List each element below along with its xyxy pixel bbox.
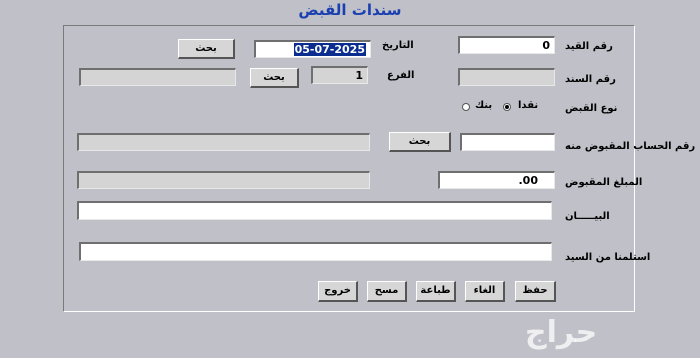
amount-value: .00 — [518, 174, 539, 187]
account-name-field — [77, 133, 370, 151]
exit-button[interactable]: خروج — [318, 281, 358, 302]
received-from-field[interactable] — [79, 242, 552, 261]
statement-field[interactable] — [77, 201, 552, 220]
entry-no-label: رقم القيد — [565, 41, 613, 52]
print-button[interactable]: طباعة — [416, 281, 456, 302]
entry-no-field[interactable]: 0 — [458, 36, 555, 54]
amount-words-field — [77, 171, 370, 189]
date-field[interactable]: 05-07-2025 — [254, 40, 371, 58]
receipt-type-label: نوع القبض — [565, 103, 618, 114]
date-label: التاريخ — [382, 40, 414, 51]
account-no-field[interactable] — [460, 133, 555, 151]
cash-label: نقدا — [518, 100, 539, 111]
clear-button[interactable]: مسح — [367, 281, 407, 302]
date-search-button[interactable]: بحث — [178, 39, 235, 59]
account-label: رقم الحساب المقبوض منه — [565, 141, 696, 152]
account-search-button[interactable]: بحث — [389, 132, 451, 152]
amount-label: المبلغ المقبوض — [565, 177, 643, 188]
save-button[interactable]: حفظ — [515, 281, 556, 302]
statement-label: البيـــــان — [565, 211, 610, 222]
date-value: 05-07-2025 — [293, 43, 366, 56]
branch-field[interactable]: 1 — [311, 66, 368, 84]
watermark-logo: حراج — [525, 315, 598, 350]
branch-search-button[interactable]: بحث — [250, 68, 299, 88]
branch-label: الفرع — [387, 70, 415, 81]
branch-name-field — [79, 68, 236, 86]
amount-field[interactable]: .00 — [438, 171, 555, 189]
bond-no-field[interactable] — [458, 68, 555, 86]
bond-no-label: رقم السند — [565, 74, 616, 85]
bank-label: بنك — [475, 100, 493, 111]
window-title: سندات القبض — [298, 1, 402, 19]
bank-radio[interactable] — [462, 103, 470, 111]
cancel-button[interactable]: الغاء — [465, 281, 505, 302]
received-from-label: استلمنا من السيد — [565, 252, 651, 263]
cash-radio[interactable] — [503, 103, 511, 111]
